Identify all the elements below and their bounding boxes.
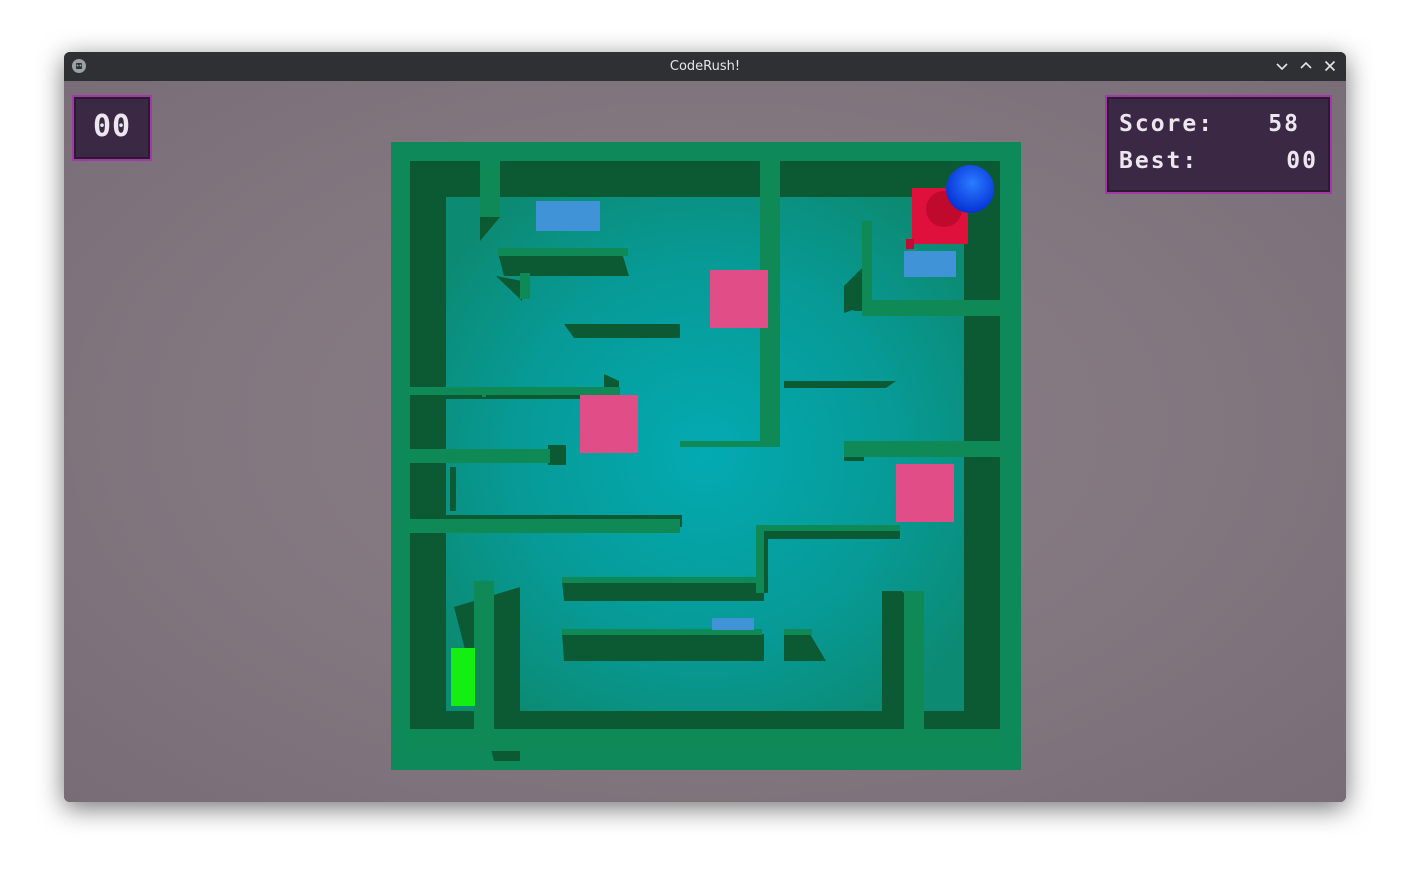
game-window: CodeRush! 00 Score: 58 Best: 00: [64, 52, 1346, 802]
score-value: 58: [1268, 111, 1300, 137]
best-row: Best: 00: [1119, 148, 1318, 178]
blue-pad: [904, 251, 956, 277]
best-value: 00: [1286, 148, 1318, 174]
player-ball[interactable]: [946, 165, 994, 213]
pink-cube: [710, 270, 768, 328]
window-title: CodeRush!: [669, 59, 741, 74]
red-cube-shadow: [906, 239, 914, 249]
score-row: Score: 58: [1119, 111, 1318, 141]
game-viewport[interactable]: 00 Score: 58 Best: 00: [64, 81, 1346, 802]
maximize-icon[interactable]: [1297, 57, 1315, 75]
timer-value: 00: [92, 109, 132, 144]
close-icon[interactable]: [1321, 57, 1339, 75]
best-label: Best:: [1119, 148, 1199, 174]
maze-board: [391, 142, 1021, 770]
green-goal: [451, 648, 475, 706]
minimize-icon[interactable]: [1273, 57, 1291, 75]
title-bar[interactable]: CodeRush!: [64, 52, 1346, 81]
timer-display: 00: [72, 95, 152, 161]
blue-pad: [536, 201, 600, 231]
pink-cube: [896, 464, 954, 522]
score-label: Score:: [1119, 111, 1215, 137]
pink-cube: [580, 395, 638, 453]
blue-pad: [712, 618, 754, 630]
score-panel: Score: 58 Best: 00: [1105, 95, 1332, 194]
